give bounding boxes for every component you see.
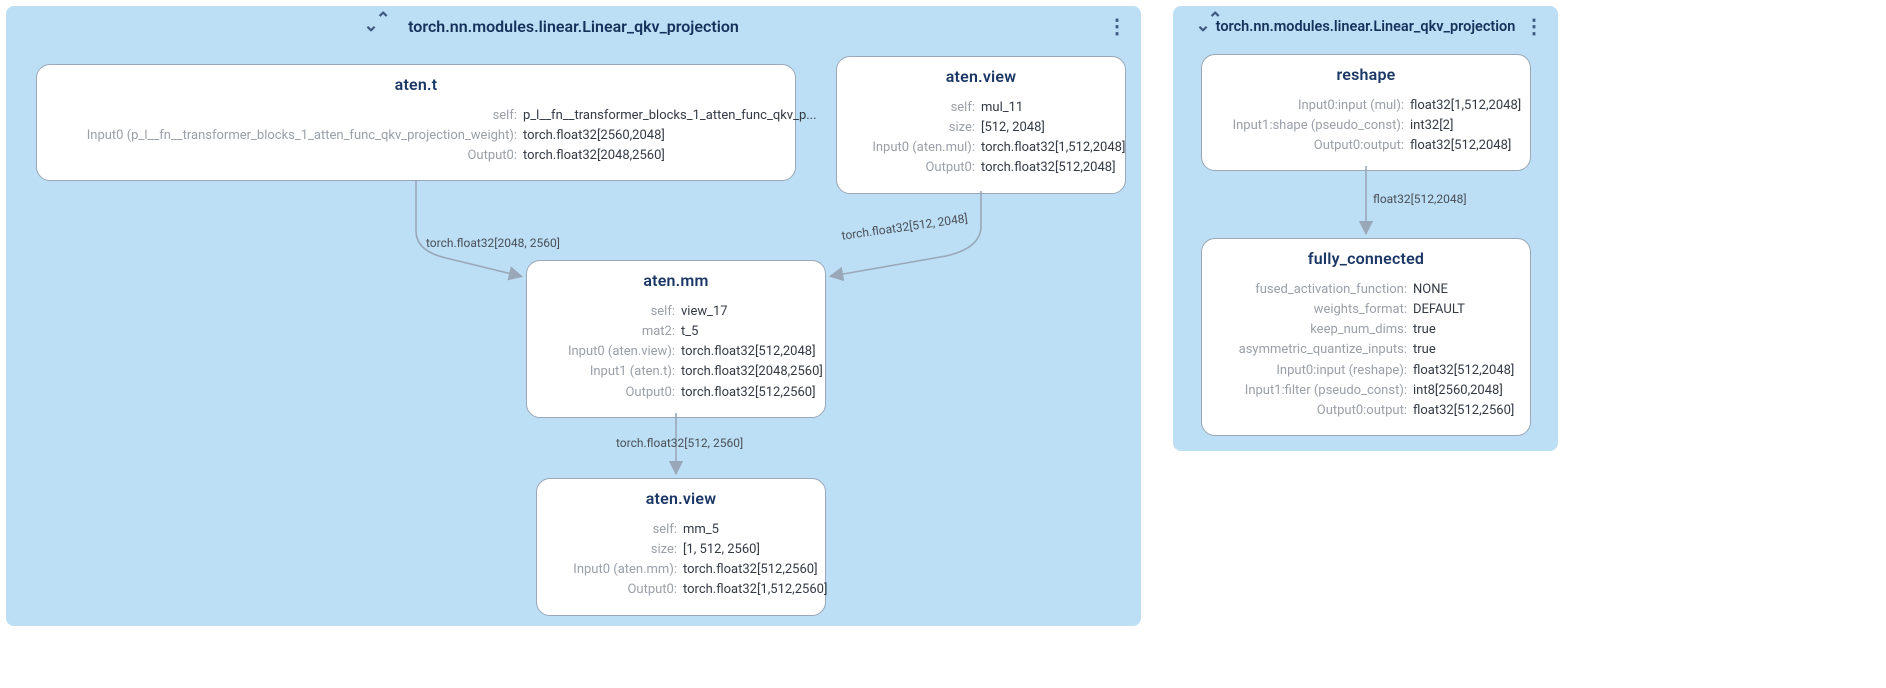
right-panel-header: ⌄⌃ torch.nn.modules.linear.Linear_qkv_pr… <box>1173 6 1558 46</box>
edge-label-t-to-mm: torch.float32[2048, 2560] <box>426 236 560 250</box>
node-row: self:p_l__fn__transformer_blocks_1_atten… <box>53 106 779 126</box>
node-row: Input1 (aten.t):torch.float32[2048,2560] <box>543 362 809 382</box>
node-row: Output0:torch.float32[1,512,2560] <box>553 580 809 600</box>
node-row: fused_activation_function:NONE <box>1218 280 1514 300</box>
left-panel: ⌄⌃ torch.nn.modules.linear.Linear_qkv_pr… <box>6 6 1141 626</box>
left-panel-title: torch.nn.modules.linear.Linear_qkv_proje… <box>408 17 739 36</box>
node-row: Input0:input (mul):float32[1,512,2048] <box>1218 96 1514 116</box>
node-row: Input0 (aten.view):torch.float32[512,204… <box>543 342 809 362</box>
node-title: aten.view <box>853 67 1109 86</box>
node-row: size:[512, 2048] <box>853 118 1109 138</box>
node-aten-view-bottom[interactable]: aten.view self:mm_5 size:[1, 512, 2560] … <box>536 478 826 616</box>
node-row: Input0 (aten.mm):torch.float32[512,2560] <box>553 560 809 580</box>
node-title: aten.mm <box>543 271 809 290</box>
node-row: Output0:output:float32[512,2560] <box>1218 401 1514 421</box>
node-row: self:mm_5 <box>553 520 809 540</box>
kebab-icon[interactable]: ⋮ <box>1107 16 1127 36</box>
left-panel-header: ⌄⌃ torch.nn.modules.linear.Linear_qkv_pr… <box>6 6 1141 46</box>
node-row: Output0:output:float32[512,2048] <box>1218 136 1514 156</box>
node-title: aten.view <box>553 489 809 508</box>
edge-label-view-to-mm: torch.float32[512, 2048] <box>841 211 969 243</box>
node-row: Input0:input (reshape):float32[512,2048] <box>1218 361 1514 381</box>
collapse-icon[interactable]: ⌄⌃ <box>364 17 388 35</box>
right-panel: ⌄⌃ torch.nn.modules.linear.Linear_qkv_pr… <box>1173 6 1558 451</box>
node-title: fully_connected <box>1218 249 1514 268</box>
node-row: self:mul_11 <box>853 98 1109 118</box>
node-row: asymmetric_quantize_inputs:true <box>1218 340 1514 360</box>
right-panel-title: torch.nn.modules.linear.Linear_qkv_proje… <box>1216 18 1516 35</box>
node-row: Input1:filter (pseudo_const):int8[2560,2… <box>1218 381 1514 401</box>
node-row: weights_format:DEFAULT <box>1218 300 1514 320</box>
collapse-icon[interactable]: ⌄⌃ <box>1196 17 1220 35</box>
node-row: self:view_17 <box>543 302 809 322</box>
node-row: Output0:torch.float32[2048,2560] <box>53 146 779 166</box>
edge-label-mm-to-view: torch.float32[512, 2560] <box>616 436 743 450</box>
node-row: Output0:torch.float32[512,2560] <box>543 383 809 403</box>
node-row: Output0:torch.float32[512,2048] <box>853 158 1109 178</box>
node-aten-mm[interactable]: aten.mm self:view_17 mat2:t_5 Input0 (at… <box>526 260 826 418</box>
kebab-icon[interactable]: ⋮ <box>1524 16 1544 36</box>
node-row: keep_num_dims:true <box>1218 320 1514 340</box>
node-aten-view-top[interactable]: aten.view self:mul_11 size:[512, 2048] I… <box>836 56 1126 194</box>
edge-label-reshape-to-fc: float32[512,2048] <box>1373 192 1467 206</box>
node-row: size:[1, 512, 2560] <box>553 540 809 560</box>
node-title: reshape <box>1218 65 1514 84</box>
node-row: Input0 (aten.mul):torch.float32[1,512,20… <box>853 138 1109 158</box>
node-row: Input0 (p_l__fn__transformer_blocks_1_at… <box>53 126 779 146</box>
node-title: aten.t <box>53 75 779 94</box>
node-fully-connected[interactable]: fully_connected fused_activation_functio… <box>1201 238 1531 436</box>
node-row: mat2:t_5 <box>543 322 809 342</box>
node-reshape[interactable]: reshape Input0:input (mul):float32[1,512… <box>1201 54 1531 171</box>
node-row: Input1:shape (pseudo_const):int32[2] <box>1218 116 1514 136</box>
node-aten-t[interactable]: aten.t self:p_l__fn__transformer_blocks_… <box>36 64 796 181</box>
